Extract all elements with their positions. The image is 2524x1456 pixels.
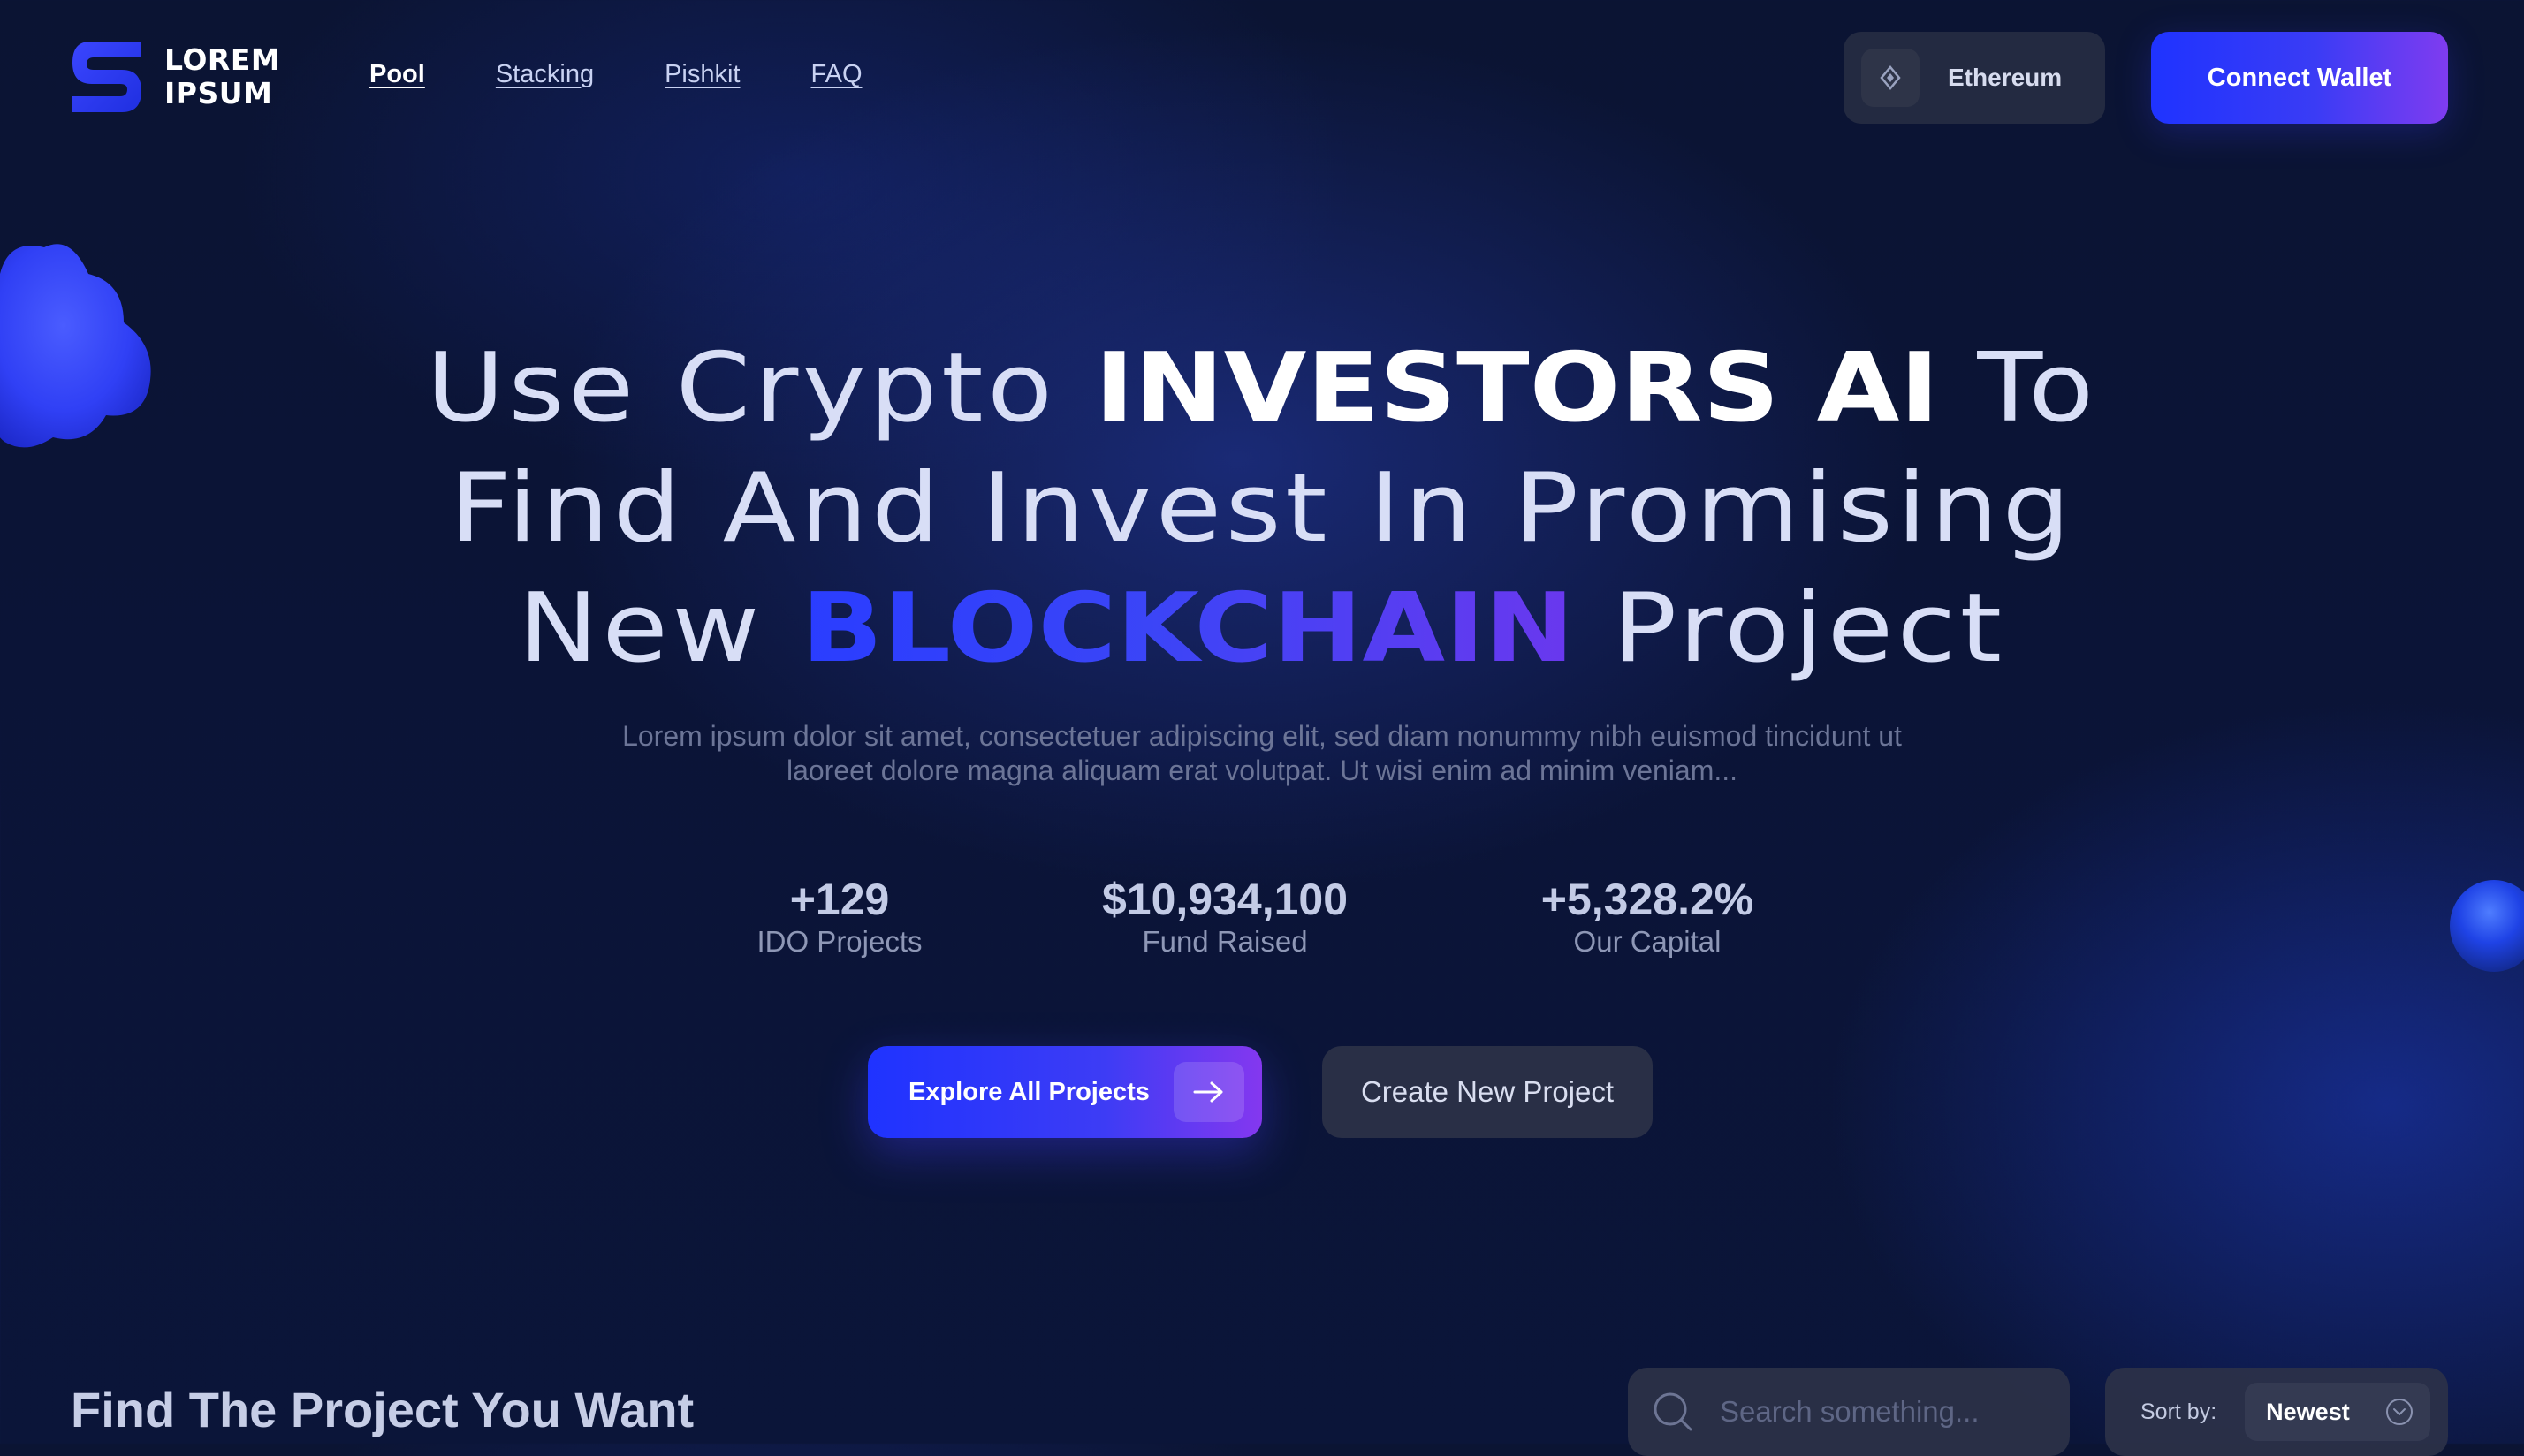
explore-button-label: Explore All Projects xyxy=(908,1077,1150,1106)
hero-description: Lorem ipsum dolor sit amet, consectetuer… xyxy=(622,720,1902,786)
brand-s-icon xyxy=(72,42,141,112)
search-icon xyxy=(1654,1392,1692,1431)
stat-label: IDO Projects xyxy=(756,925,923,958)
decorative-sphere xyxy=(2450,880,2524,972)
hero-title-line-2: Find And Invest In Promising xyxy=(450,453,2074,564)
nav-faq[interactable]: FAQ xyxy=(811,60,863,89)
stat-fund-raised: $10,934,100 Fund Raised xyxy=(1048,875,1402,959)
ethereum-diamond-icon xyxy=(1861,49,1920,107)
sort-value: Newest xyxy=(2266,1398,2350,1425)
chevron-down-icon xyxy=(2386,1399,2414,1425)
nav-stacking[interactable]: Stacking xyxy=(496,60,594,89)
main-nav: Pool Stacking Pishkit FAQ xyxy=(369,60,863,89)
nav-pool[interactable]: Pool xyxy=(369,60,425,89)
connect-wallet-button[interactable]: Connect Wallet xyxy=(2151,32,2448,124)
create-new-project-button[interactable]: Create New Project xyxy=(1322,1046,1653,1138)
nav-pishkit[interactable]: Pishkit xyxy=(665,60,740,89)
section-title: Find The Project You Want xyxy=(71,1382,695,1437)
stat-value: +129 xyxy=(789,875,890,924)
hero-title: Use Crypto INVESTORS AI To Find And Inve… xyxy=(146,329,2379,689)
decorative-blob xyxy=(0,244,151,448)
hero-title-line-1: Use Crypto INVESTORS AI To xyxy=(426,333,2098,444)
sort-dropdown[interactable]: Newest xyxy=(2245,1383,2431,1441)
arrow-right-icon xyxy=(1174,1062,1244,1122)
brand-name: LOREM IPSUM xyxy=(164,42,281,110)
hero-title-line-3: New BLOCKCHAIN Project xyxy=(518,573,2006,684)
brand-logo[interactable]: LOREM IPSUM xyxy=(71,39,280,115)
stat-label: Our Capital xyxy=(1573,925,1722,958)
network-label: Ethereum xyxy=(1948,64,2063,91)
stat-value: $10,934,100 xyxy=(1101,875,1349,924)
search-box[interactable] xyxy=(1628,1368,2070,1456)
stat-value: +5,328.2% xyxy=(1540,875,1754,924)
sort-control: Sort by: Newest xyxy=(2105,1368,2448,1456)
stat-label: Fund Raised xyxy=(1142,925,1308,958)
search-input[interactable] xyxy=(1718,1394,2057,1429)
stat-our-capital: +5,328.2% Our Capital xyxy=(1476,875,1819,959)
network-selector[interactable]: Ethereum xyxy=(1844,32,2105,124)
explore-all-projects-button[interactable]: Explore All Projects xyxy=(868,1046,1262,1138)
sort-label: Sort by: xyxy=(2140,1399,2217,1424)
stat-ido-projects: +129 IDO Projects xyxy=(705,875,974,959)
